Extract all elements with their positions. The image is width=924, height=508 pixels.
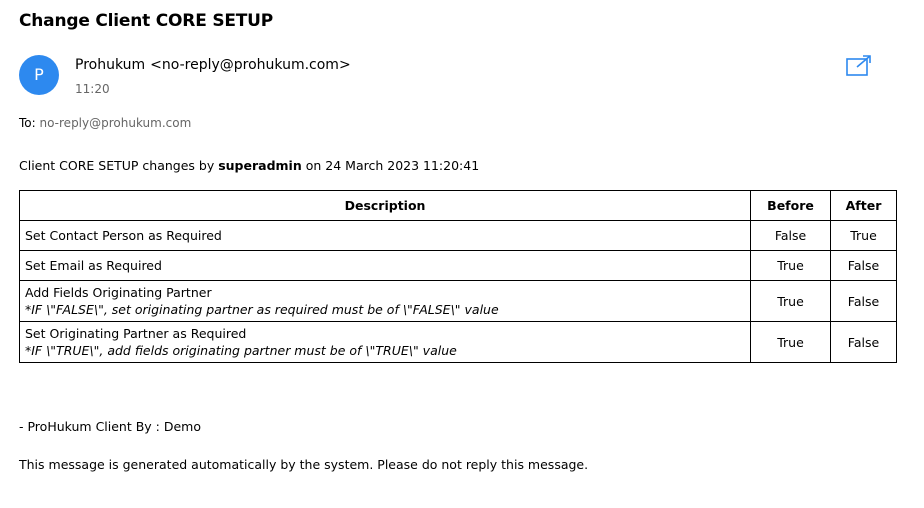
row-after: True [830, 220, 897, 251]
sender-line: Prohukum <no-reply@prohukum.com> [75, 57, 351, 73]
row-description-cell: Set Contact Person as Required [18, 220, 752, 251]
table-row: Set Originating Partner as Required *IF … [18, 321, 897, 363]
summary-user: superadmin [218, 158, 302, 173]
row-description-cell: Set Email as Required [18, 250, 752, 281]
row-before: False [750, 220, 831, 251]
open-in-new-window-button[interactable] [845, 54, 873, 78]
row-after: False [830, 280, 897, 322]
email-subject: Change Client CORE SETUP [19, 11, 274, 31]
to-address[interactable]: no-reply@prohukum.com [40, 116, 192, 130]
open-in-new-window-icon [846, 55, 871, 76]
footer-signature: - ProHukum Client By : Demo [19, 419, 201, 434]
summary-suffix: on 24 March 2023 11:20:41 [305, 158, 480, 173]
to-label: To: [19, 116, 36, 130]
row-description: Set Email as Required [25, 258, 162, 273]
row-note: *IF \"TRUE\", add fields originating par… [25, 343, 457, 358]
row-before: True [750, 280, 831, 322]
header-before: Before [750, 190, 831, 221]
changes-table: Description Before After Set Contact Per… [18, 190, 897, 363]
row-description: Set Originating Partner as Required [25, 326, 247, 341]
row-description-cell: Set Originating Partner as Required *IF … [18, 321, 752, 363]
summary-prefix: Client CORE SETUP changes by [19, 158, 215, 173]
header-after: After [830, 190, 897, 221]
row-after: False [830, 250, 897, 281]
table-row: Set Email as Required True False [18, 250, 897, 281]
row-description: Set Contact Person as Required [25, 228, 222, 243]
sender-name: Prohukum [75, 57, 146, 73]
recipient-line: To: no-reply@prohukum.com [19, 116, 191, 130]
row-note: *IF \"FALSE\", set originating partner a… [25, 302, 499, 317]
email-time: 11:20 [75, 82, 110, 96]
change-summary: Client CORE SETUP changes by superadmin … [19, 158, 479, 173]
footer-disclaimer: This message is generated automatically … [19, 457, 589, 472]
table-header-row: Description Before After [18, 190, 897, 221]
row-before: True [750, 250, 831, 281]
header-description: Description [18, 190, 752, 221]
sender-email: <no-reply@prohukum.com> [150, 57, 351, 73]
table-row: Add Fields Originating Partner *IF \"FAL… [18, 280, 897, 322]
row-after: False [830, 321, 897, 363]
sender-avatar: P [19, 55, 59, 95]
table-row: Set Contact Person as Required False Tru… [18, 220, 897, 251]
row-before: True [750, 321, 831, 363]
row-description-cell: Add Fields Originating Partner *IF \"FAL… [18, 280, 752, 322]
row-description: Add Fields Originating Partner [25, 285, 212, 300]
